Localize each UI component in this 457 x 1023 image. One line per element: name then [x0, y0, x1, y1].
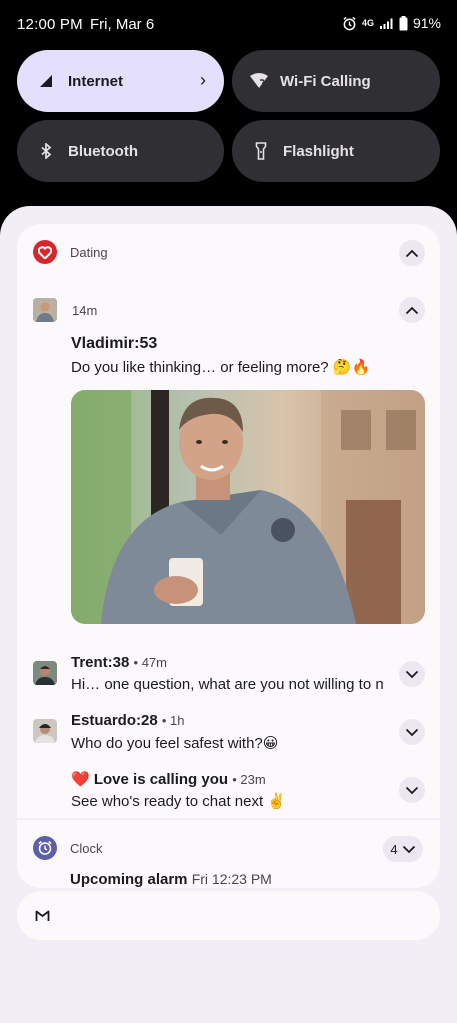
chevron-right-icon: ›: [200, 70, 206, 90]
wifi-calling-icon: [248, 73, 270, 89]
message-sender: Trent:38 • 47m: [71, 654, 167, 671]
clock-app-name: Clock: [70, 841, 103, 856]
message-sender: ❤️ Love is calling you • 23m: [71, 771, 266, 788]
dating-notification-group[interactable]: Dating 14m Vladimir:53 Do you like think…: [17, 224, 440, 818]
chevron-down-icon: [405, 786, 419, 794]
bluetooth-icon: [38, 143, 54, 159]
wifi-calling-tile[interactable]: Wi-Fi Calling: [232, 50, 440, 112]
message-text: See who's ready to chat next ✌️: [71, 793, 286, 810]
status-icons: 4G 91%: [342, 15, 441, 31]
chevron-down-icon: [402, 845, 415, 853]
clock-app-icon: [33, 836, 57, 860]
dating-app-name: Dating: [70, 245, 108, 260]
expand-message-button[interactable]: [399, 777, 425, 803]
status-date: Fri, Mar 6: [90, 16, 155, 33]
avatar: [33, 719, 57, 743]
message-sender: Vladimir:53: [71, 335, 158, 352]
notification-count: 4: [390, 841, 398, 857]
wifi-calling-tile-label: Wi-Fi Calling: [280, 72, 371, 90]
collapse-group-button[interactable]: [399, 240, 425, 266]
message-time: 14m: [72, 303, 98, 318]
flashlight-tile[interactable]: Flashlight: [232, 120, 440, 182]
bluetooth-tile-label: Bluetooth: [68, 142, 138, 160]
signal-icon: [38, 73, 54, 89]
alarm-title: Upcoming alarm Fri 12:23 PM: [70, 871, 272, 888]
bluetooth-tile[interactable]: Bluetooth: [17, 120, 224, 182]
status-bar: 12:00 PM Fri, Mar 6 4G 91%: [0, 0, 457, 50]
flashlight-tile-label: Flashlight: [283, 142, 354, 160]
avatar: [33, 298, 57, 322]
dating-app-icon: [33, 240, 57, 264]
battery-icon: [399, 15, 408, 31]
message-sender: Estuardo:28 • 1h: [71, 712, 185, 729]
expand-message-button[interactable]: [399, 719, 425, 745]
chevron-up-icon: [405, 306, 419, 314]
status-time: 12:00 PM: [17, 16, 83, 33]
expand-message-button[interactable]: [399, 661, 425, 687]
message-text: Who do you feel safest with?😀: [71, 735, 279, 752]
chevron-down-icon: [405, 728, 419, 736]
network-type-label: 4G: [361, 18, 374, 28]
flashlight-icon: [253, 142, 269, 160]
alarm-detail: Fri 12:23 PM: [191, 871, 272, 887]
internet-tile[interactable]: Internet ›: [17, 50, 224, 112]
gmail-icon: [35, 909, 50, 927]
avatar: [33, 661, 57, 685]
profile-photo[interactable]: [71, 390, 425, 624]
message-text: Hi… one question, what are you not willi…: [71, 676, 383, 693]
gmail-notification[interactable]: [17, 891, 440, 940]
internet-tile-label: Internet: [68, 72, 124, 90]
battery-percent: 91%: [412, 15, 441, 31]
message-text: Do you like thinking… or feeling more? 🤔…: [71, 359, 371, 376]
clock-notification[interactable]: Clock 4 Upcoming alarm Fri 12:23 PM: [17, 820, 440, 888]
chevron-up-icon: [405, 249, 419, 257]
chevron-down-icon: [405, 670, 419, 678]
alarm-icon: [342, 16, 357, 31]
cell-signal-icon: [379, 17, 394, 30]
collapse-message-button[interactable]: [399, 297, 425, 323]
expand-clock-button[interactable]: 4: [383, 836, 423, 862]
